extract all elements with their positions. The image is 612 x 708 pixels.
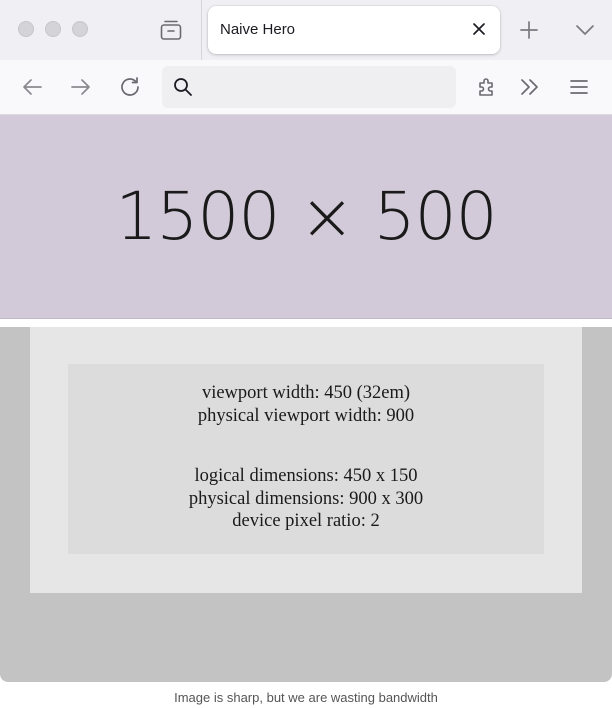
back-arrow-icon[interactable] [20, 75, 44, 99]
chevron-down-icon[interactable] [574, 20, 596, 40]
tab-title: Naive Hero [220, 21, 296, 38]
reload-icon[interactable] [118, 75, 142, 99]
screenshot-caption: Image is sharp, but we are wasting bandw… [174, 690, 438, 705]
overflow-chevrons-icon[interactable] [518, 75, 542, 99]
hero-image: 1500 × 500 [0, 115, 612, 319]
physical-viewport-width-text: physical viewport width: 900 [197, 405, 415, 426]
viewport-width-text: viewport width: 450 (32em) [201, 383, 411, 403]
dimensions-info-box: viewport width: 450 (32em) physical view… [68, 364, 544, 554]
viewport-info-group: viewport width: 450 (32em) physical view… [68, 382, 544, 427]
plus-icon[interactable] [518, 19, 540, 41]
forward-arrow-icon[interactable] [69, 75, 93, 99]
close-icon[interactable] [470, 20, 488, 38]
hero-dimensions-label: 1500 × 500 [115, 178, 497, 255]
info-panel: viewport width: 450 (32em) physical view… [30, 327, 582, 593]
minimize-window-button[interactable] [45, 21, 61, 37]
tab-bar: Naive Hero [0, 0, 612, 60]
navigation-toolbar [0, 60, 612, 114]
physical-dimensions-text: physical dimensions: 900 x 300 [188, 488, 424, 509]
active-tab[interactable]: Naive Hero [208, 6, 500, 54]
hamburger-menu-icon[interactable] [567, 75, 591, 99]
url-bar[interactable] [162, 66, 456, 108]
content-frame: viewport width: 450 (32em) physical view… [0, 327, 612, 682]
dimensions-info-group: logical dimensions: 450 x 150 physical d… [68, 465, 544, 533]
url-input[interactable] [202, 72, 446, 102]
close-window-button[interactable] [18, 21, 34, 37]
tab-stack-icon[interactable] [158, 18, 184, 42]
tab-divider [201, 0, 202, 60]
search-icon [174, 78, 192, 96]
device-pixel-ratio-text: device pixel ratio: 2 [232, 511, 380, 531]
spacer [0, 319, 612, 327]
zoom-window-button[interactable] [72, 21, 88, 37]
extensions-icon[interactable] [475, 75, 499, 99]
logical-dimensions-text: logical dimensions: 450 x 150 [194, 466, 418, 486]
